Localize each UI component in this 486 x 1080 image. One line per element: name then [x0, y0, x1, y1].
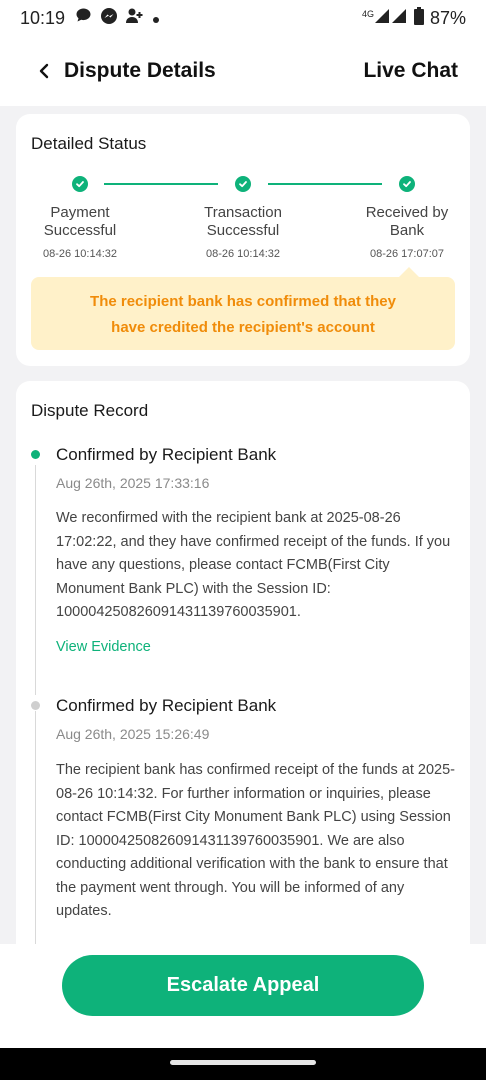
- escalate-appeal-button[interactable]: Escalate Appeal: [62, 955, 424, 1016]
- person-add-icon: [126, 7, 144, 29]
- clock: 10:19: [20, 7, 66, 28]
- step-time: 08-26 10:14:32: [42, 248, 117, 260]
- record-body: We reconfirmed with the recipient bank a…: [56, 510, 451, 620]
- check-icon: [399, 176, 415, 192]
- timeline-line: [35, 711, 36, 961]
- message-icon: [75, 7, 92, 29]
- step-label: Received by Bank: [365, 204, 449, 239]
- step-time: 08-26 10:14:32: [205, 248, 280, 260]
- battery-percent: 87%: [429, 7, 466, 28]
- view-evidence-link[interactable]: View Evidence: [56, 639, 151, 655]
- tip-arrow: [399, 267, 419, 277]
- detailed-status-title: Detailed Status: [31, 134, 147, 153]
- dispute-record-title: Dispute Record: [31, 401, 149, 420]
- record-body: The recipient bank has confirmed receipt…: [56, 762, 455, 919]
- chevron-left-icon[interactable]: [32, 59, 56, 83]
- network-type: 4G: [361, 8, 374, 19]
- record-title: Confirmed by Recipient Bank: [56, 445, 277, 464]
- step-label: Transaction Successful: [204, 204, 282, 239]
- status-bar: 10:19 4G 87%: [0, 0, 486, 36]
- messenger-icon: [100, 7, 118, 30]
- progress-line: [268, 183, 382, 185]
- check-icon: [235, 176, 251, 192]
- status-tip: The recipient bank has confirmed that th…: [31, 277, 455, 350]
- page-title: Dispute Details: [64, 59, 216, 82]
- step-time: 08-26 17:07:07: [369, 248, 444, 260]
- timeline-dot: [31, 701, 40, 710]
- signal-icon: [374, 8, 408, 29]
- live-chat-button[interactable]: Live Chat: [363, 59, 458, 83]
- record-date: Aug 26th, 2025 17:33:16: [56, 475, 210, 491]
- timeline-dot-active: [31, 450, 40, 459]
- progress-line: [104, 183, 218, 185]
- timeline-line: [35, 465, 36, 695]
- dot-icon: [152, 8, 160, 29]
- home-gesture-handle[interactable]: [170, 1060, 316, 1065]
- system-nav-bar: [0, 1048, 486, 1080]
- check-icon: [72, 176, 88, 192]
- bottom-bar: Escalate Appeal: [0, 944, 486, 1048]
- app-header: Dispute Details Live Chat: [0, 36, 486, 106]
- detailed-status-card: Detailed Status Payment Successful Trans…: [16, 114, 470, 366]
- battery-icon: [413, 6, 424, 30]
- record-date: Aug 26th, 2025 15:26:49: [56, 726, 210, 742]
- dispute-record-card: Dispute Record Confirmed by Recipient Ba…: [16, 381, 470, 961]
- record-title: Confirmed by Recipient Bank: [56, 696, 277, 715]
- step-label: Payment Successful: [43, 204, 117, 239]
